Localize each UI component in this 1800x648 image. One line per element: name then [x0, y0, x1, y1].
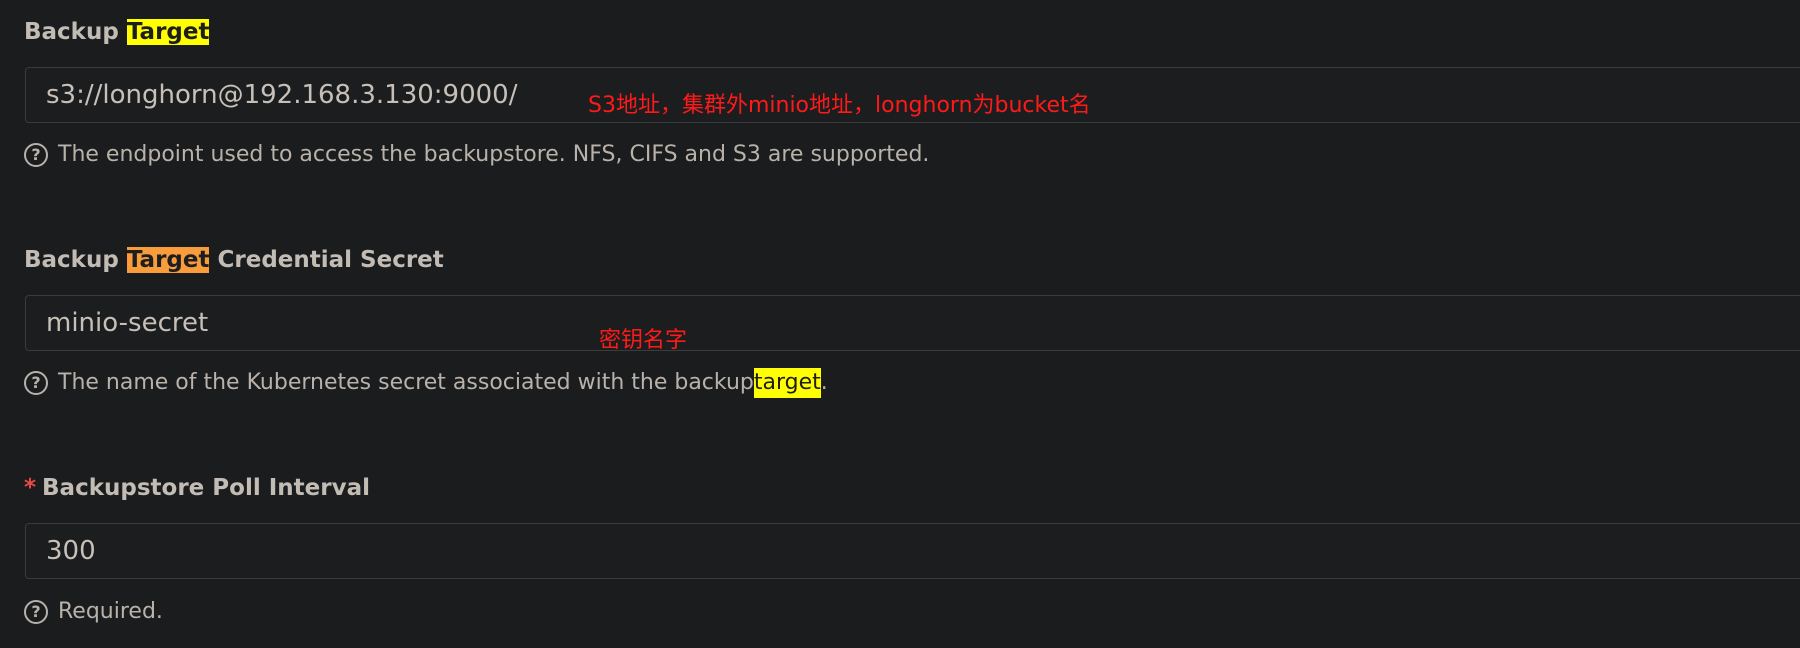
credential-secret-label: Backup Target Credential Secret: [24, 244, 444, 276]
question-circle-icon: ?: [24, 600, 48, 624]
backup-target-help-text: The endpoint used to access the backupst…: [58, 142, 930, 167]
poll-interval-help-text: Required.: [58, 599, 163, 624]
backup-target-annotation: S3地址，集群外minio地址，longhorn为bucket名: [588, 93, 1091, 118]
required-mark: *: [24, 475, 37, 501]
poll-interval-help: ? Required.: [24, 597, 163, 627]
credential-secret-help-suffix: .: [820, 370, 828, 395]
backup-target-label: Backup Target: [24, 16, 210, 48]
label-highlight: Target: [126, 247, 210, 273]
poll-interval-label: * Backupstore Poll Interval: [24, 472, 370, 504]
credential-secret-help-highlight: target: [753, 368, 821, 398]
poll-interval-value: 300: [46, 536, 96, 566]
credential-secret-help-prefix: The name of the Kubernetes secret associ…: [58, 370, 754, 395]
label-suffix: Credential Secret: [209, 247, 444, 273]
question-circle-icon: ?: [24, 371, 48, 395]
credential-secret-input[interactable]: minio-secret: [25, 295, 1800, 351]
backup-target-help: ? The endpoint used to access the backup…: [24, 140, 929, 170]
label-prefix: Backup: [24, 19, 127, 45]
credential-secret-value: minio-secret: [46, 308, 209, 338]
credential-secret-help: ? The name of the Kubernetes secret asso…: [24, 368, 828, 398]
label-prefix: Backup: [24, 247, 127, 273]
settings-page: Backup Target s3://longhorn@192.168.3.13…: [0, 0, 1800, 648]
label-highlight: Target: [126, 19, 210, 45]
poll-interval-input[interactable]: 300: [25, 523, 1800, 579]
question-circle-icon: ?: [24, 143, 48, 167]
backup-target-value: s3://longhorn@192.168.3.130:9000/: [46, 80, 518, 110]
poll-interval-label-text: Backupstore Poll Interval: [42, 475, 370, 501]
credential-secret-annotation: 密钥名字: [599, 328, 688, 353]
